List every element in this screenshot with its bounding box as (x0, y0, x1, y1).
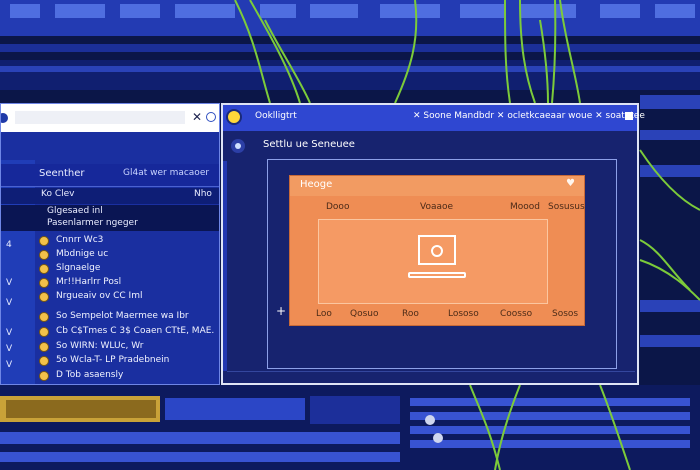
list-subheader[interactable]: Ko Clev Nho (1, 188, 219, 204)
bulb-icon (39, 342, 49, 352)
card-header: Heoge ♥ (290, 176, 584, 196)
close-button[interactable]: ✕ (192, 110, 202, 124)
bulb-icon (39, 278, 49, 288)
bulb-icon (39, 292, 49, 302)
bulb-icon (39, 264, 49, 274)
bulb-icon (39, 356, 49, 366)
refresh-icon[interactable] (206, 112, 216, 122)
card-footer-link[interactable]: Loo (316, 309, 332, 319)
lightbulb-icon (226, 109, 242, 125)
card-title: Heoge (300, 179, 333, 190)
list-subtitle: Gl4at wer macaoer (123, 168, 210, 178)
tab-bar: Ooklligtrt ✕ Soone Mandbdr ✕ ocletkcaeaa… (223, 105, 645, 131)
page-title: Settlu ue Seneuee (263, 139, 355, 150)
side-label[interactable]: 4 (6, 240, 12, 250)
divider (227, 371, 635, 372)
subheader-left: Ko Clev (41, 189, 75, 199)
bulb-icon (39, 371, 49, 381)
bulb-icon (39, 312, 49, 322)
card-footer-link[interactable]: Roo (402, 309, 419, 319)
card-footer-link[interactable]: Lososo (448, 309, 479, 319)
settings-icon[interactable] (231, 139, 245, 153)
subheader-right: Nho (194, 189, 212, 199)
bulb-icon (39, 250, 49, 260)
card-nav-link[interactable]: Moood (510, 202, 540, 212)
card-footer-link[interactable]: Coosso (500, 309, 532, 319)
active-tab-title[interactable]: Ooklligtrt (255, 111, 297, 121)
left-window: ✕ V o o 4 V V V V V Seenther Gl4at wer m… (0, 103, 220, 385)
list-header: Seenther Gl4at wer macaoer (1, 164, 219, 187)
card-nav-link[interactable]: Voaaoe (420, 202, 453, 212)
side-label[interactable]: V (6, 278, 12, 288)
tab-list[interactable]: ✕ Soone Mandbdr ✕ ocletkcaeaar woue ✕ so… (413, 111, 645, 121)
card-preview[interactable] (318, 219, 548, 304)
card-nav-link[interactable]: Dooo (326, 202, 349, 212)
bulb-icon (39, 327, 49, 337)
monitor-icon (418, 235, 456, 265)
detail-line: Pasenlarmer ngeger (47, 218, 138, 228)
main-window: Ooklligtrt ✕ Soone Mandbdr ✕ ocletkcaeaa… (221, 103, 645, 385)
heart-icon[interactable]: ♥ (566, 178, 575, 189)
record-dot-icon (1, 113, 8, 123)
side-label[interactable]: V (6, 344, 12, 354)
list-title: Seenther (39, 168, 85, 179)
detail-line: Glgesaed inl (47, 206, 103, 216)
side-label[interactable]: V (6, 328, 12, 338)
side-label[interactable]: V (6, 298, 12, 308)
add-icon[interactable]: + (276, 304, 286, 318)
url-input[interactable] (15, 111, 185, 124)
scroll-strip[interactable] (223, 161, 227, 371)
monitor-stand (408, 272, 466, 278)
page-header: Settlu ue Seneuee (223, 133, 637, 159)
card-nav-link[interactable]: Sosusus (548, 202, 585, 212)
preview-card[interactable]: Heoge ♥ Dooo Voaaoe Moood Sosusus + Loo … (276, 175, 585, 326)
detail-box: Glgesaed inl Pasenlarmer ngeger (1, 205, 219, 231)
bulb-icon (39, 236, 49, 246)
side-label[interactable]: V (6, 360, 12, 370)
card-footer-link[interactable]: Qosuo (350, 309, 379, 319)
card-footer-link[interactable]: Sosos (552, 309, 578, 319)
window-control-icon[interactable] (625, 112, 633, 120)
address-bar: ✕ (1, 104, 219, 132)
